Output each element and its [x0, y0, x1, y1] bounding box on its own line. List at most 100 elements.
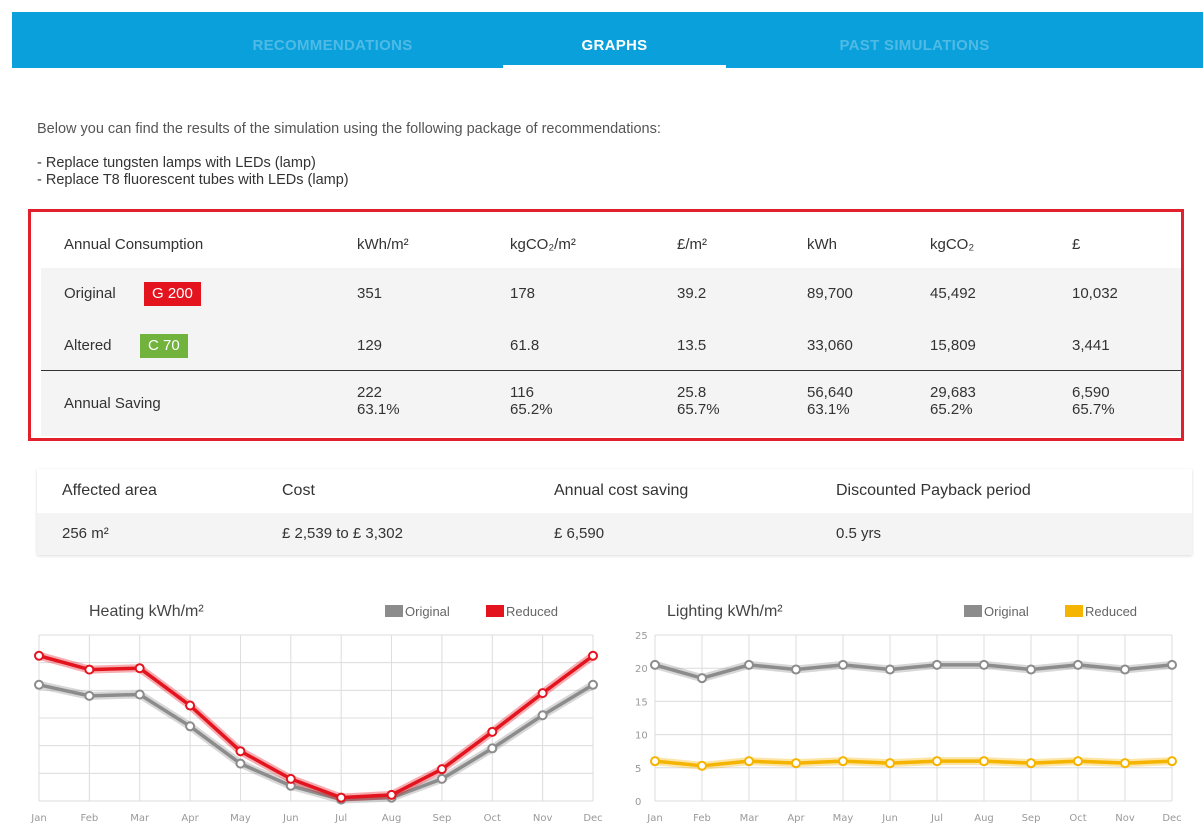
x-tick-label: Nov	[1115, 813, 1135, 824]
x-tick-label: Mar	[130, 813, 150, 824]
data-point-original[interactable]	[885, 664, 895, 675]
original-row: Original G 200 351 178 39.2 89,700 45,49…	[41, 268, 1181, 320]
x-tick-label: Mar	[740, 813, 760, 824]
saving-kgco2-percent: 65.2%	[930, 401, 973, 418]
saving-kwh: 56,640	[807, 384, 853, 401]
data-point-original[interactable]	[791, 664, 801, 675]
saving-kwh-m2-percent: 63.1%	[357, 401, 400, 418]
data-point-original[interactable]	[84, 690, 95, 701]
heating-legend-original[interactable]: Original	[385, 604, 450, 619]
data-point-reduced[interactable]	[537, 688, 548, 699]
data-point-reduced[interactable]	[1167, 756, 1177, 767]
saving-gbp-m2-percent: 65.7%	[677, 401, 720, 418]
data-point-reduced[interactable]	[34, 650, 44, 661]
tab-recommendations[interactable]: RECOMMENDATIONS	[200, 12, 465, 68]
data-point-reduced[interactable]	[134, 663, 145, 674]
saving-row: Annual Saving 222 63.1% 116 65.2% 25.8 6…	[41, 370, 1181, 436]
data-point-original[interactable]	[1167, 659, 1177, 670]
data-point-reduced[interactable]	[285, 773, 296, 784]
data-point-reduced[interactable]	[697, 760, 707, 771]
y-tick-label: 0	[635, 797, 641, 808]
data-point-reduced[interactable]	[650, 756, 660, 767]
data-point-original[interactable]	[588, 679, 598, 690]
data-point-original[interactable]	[185, 721, 196, 732]
data-point-original[interactable]	[1026, 664, 1036, 675]
header-kwh-m2: kWh/m²	[357, 236, 409, 253]
data-point-reduced[interactable]	[1073, 756, 1083, 767]
intro-text: Below you can find the results of the si…	[37, 121, 661, 137]
summary-header-row: Affected area Cost Annual cost saving Di…	[37, 469, 1192, 513]
altered-kgco2: 15,809	[930, 337, 976, 354]
legend-label: Reduced	[506, 604, 559, 619]
x-tick-label: Feb	[693, 813, 711, 824]
recommendation-item: - Replace T8 fluorescent tubes with LEDs…	[37, 172, 349, 188]
x-tick-label: May	[833, 813, 854, 824]
data-point-reduced[interactable]	[1026, 758, 1036, 769]
x-tick-label: Sep	[1022, 813, 1041, 824]
data-point-original[interactable]	[697, 673, 707, 684]
altered-gbp-m2: 13.5	[677, 337, 707, 354]
recommendation-item: - Replace tungsten lamps with LEDs (lamp…	[37, 155, 316, 171]
heating-chart: 0123456JanFebMarAprMayJunJulAugSepOctNov…	[30, 634, 603, 824]
data-point-original[interactable]	[436, 773, 447, 784]
saving-gbp: 6,590	[1072, 384, 1110, 401]
data-point-reduced[interactable]	[436, 764, 447, 775]
data-point-original[interactable]	[537, 710, 548, 721]
tab-graphs[interactable]: GRAPHS	[503, 12, 726, 68]
data-point-original[interactable]	[34, 679, 44, 690]
header-gbp-m2: £/m²	[677, 236, 707, 253]
data-point-original[interactable]	[744, 659, 754, 670]
data-point-reduced[interactable]	[744, 756, 754, 767]
data-point-original[interactable]	[235, 758, 246, 769]
lighting-legend-original[interactable]: Original	[964, 604, 1029, 619]
data-point-original[interactable]	[838, 659, 848, 670]
data-point-original[interactable]	[1120, 664, 1130, 675]
header-kwh: kWh	[807, 236, 837, 253]
data-point-reduced[interactable]	[235, 746, 246, 757]
data-point-original[interactable]	[487, 743, 498, 754]
data-point-reduced[interactable]	[932, 756, 942, 767]
data-point-original[interactable]	[932, 659, 942, 670]
series-glow	[38, 680, 596, 804]
data-point-reduced[interactable]	[336, 792, 347, 803]
header-annual-cost-saving: Annual cost saving	[554, 482, 689, 499]
lighting-chart: 0 5 10 15 20 25 Jan Feb Mar Apr May Jun Jul Aug Sep Oct…	[635, 631, 1182, 824]
altered-rating-badge: C 70	[140, 334, 188, 358]
data-point-reduced[interactable]	[979, 756, 989, 767]
data-point-original[interactable]	[1073, 659, 1083, 670]
data-point-reduced[interactable]	[487, 726, 498, 737]
data-point-original[interactable]	[979, 659, 989, 670]
tab-past-simulations[interactable]: PAST SIMULATIONS	[792, 12, 1037, 68]
x-tick-label: Dec	[583, 813, 602, 824]
series-line-original	[38, 683, 594, 802]
data-point-reduced[interactable]	[838, 756, 848, 767]
x-tick-label: Jul	[334, 813, 347, 824]
data-point-reduced[interactable]	[1120, 758, 1130, 769]
affected-area-value: 256 m²	[62, 525, 109, 542]
data-point-original[interactable]	[134, 689, 145, 700]
x-tick-label: Feb	[81, 813, 99, 824]
lighting-legend-reduced[interactable]: Reduced	[1065, 604, 1137, 619]
data-point-reduced[interactable]	[386, 789, 397, 800]
x-tick-label: Aug	[974, 813, 994, 824]
data-point-reduced[interactable]	[84, 664, 95, 675]
heating-legend-reduced[interactable]: Reduced	[486, 604, 558, 619]
data-point-reduced[interactable]	[885, 758, 895, 769]
header-payback-period: Discounted Payback period	[836, 482, 1031, 499]
highlight-box: Annual Consumption kWh/m² kgCO₂/m² £/m² …	[28, 209, 1184, 441]
original-label: Original	[64, 285, 116, 302]
data-point-reduced[interactable]	[791, 758, 801, 769]
legend-swatch-icon	[1065, 605, 1083, 617]
saving-gbp-percent: 65.7%	[1072, 401, 1115, 418]
legend-label: Reduced	[1085, 604, 1138, 619]
legend-swatch-icon	[964, 605, 982, 617]
header-cost: Cost	[282, 482, 315, 499]
altered-kwh-m2: 129	[357, 337, 383, 354]
x-tick-label: Apr	[181, 813, 199, 824]
data-point-original[interactable]	[650, 659, 660, 670]
top-nav-bar: RECOMMENDATIONS GRAPHS PAST SIMULATIONS	[12, 12, 1203, 68]
data-point-reduced[interactable]	[185, 700, 196, 711]
header-gbp: £	[1072, 236, 1081, 253]
data-point-reduced[interactable]	[588, 650, 598, 661]
x-tick-label: Oct	[484, 813, 501, 824]
